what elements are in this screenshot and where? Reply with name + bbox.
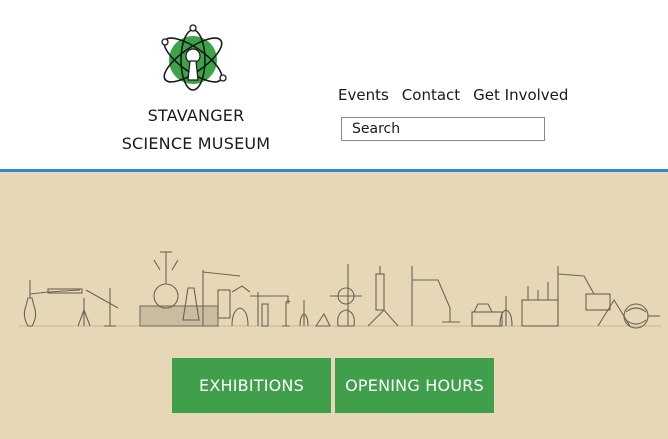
site-header: STAVANGER SCIENCE MUSEUM Events Contact … bbox=[0, 0, 668, 169]
hero-banner: EXHIBITIONS OPENING HOURS bbox=[0, 172, 668, 439]
atom-logo-icon[interactable] bbox=[157, 20, 229, 98]
site-name[interactable]: STAVANGER SCIENCE MUSEUM bbox=[110, 102, 282, 158]
site-name-line1: STAVANGER bbox=[147, 106, 245, 125]
opening-hours-button[interactable]: OPENING HOURS bbox=[335, 358, 494, 413]
exhibitions-button[interactable]: EXHIBITIONS bbox=[172, 358, 331, 413]
nav-link-get-involved[interactable]: Get Involved bbox=[473, 86, 568, 104]
main-nav: Events Contact Get Involved bbox=[338, 86, 568, 104]
nav-link-contact[interactable]: Contact bbox=[402, 86, 460, 104]
lab-apparatus-illustration bbox=[18, 251, 662, 329]
site-name-line2: SCIENCE MUSEUM bbox=[121, 134, 271, 153]
nav-link-events[interactable]: Events bbox=[338, 86, 389, 104]
search-input[interactable] bbox=[341, 117, 545, 141]
